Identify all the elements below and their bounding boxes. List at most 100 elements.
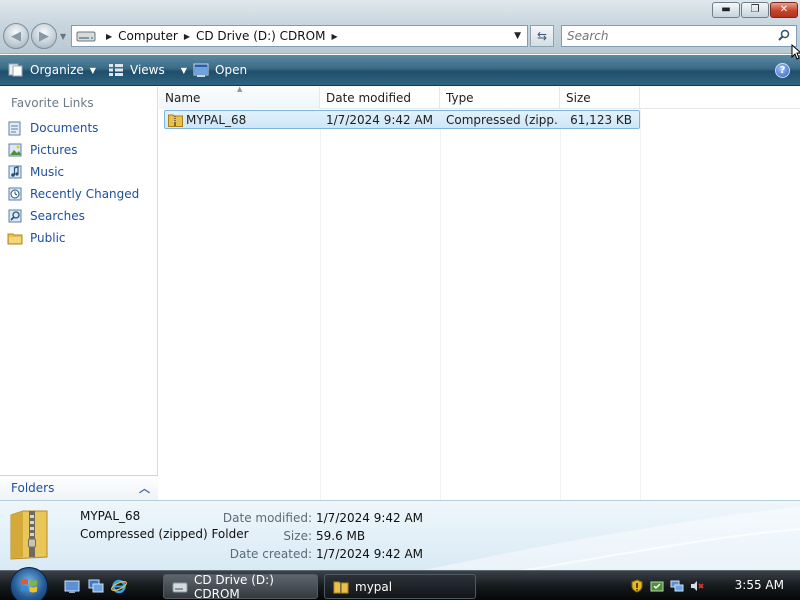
file-size: 61,123 KB: [570, 112, 632, 127]
details-labels: Date modified: Size: Date created:: [200, 509, 312, 563]
column-label: Size: [566, 91, 591, 105]
column-header-date-modified[interactable]: Date modified: [320, 87, 440, 109]
show-desktop-icon[interactable]: [64, 578, 80, 594]
help-icon: ?: [779, 65, 786, 76]
breadcrumb-separator[interactable]: ▶: [184, 32, 190, 41]
searches-icon: [7, 208, 23, 224]
file-type: Compressed (zipp...: [446, 112, 558, 127]
volume-muted-icon[interactable]: [690, 579, 704, 593]
mouse-cursor-icon: [791, 44, 800, 60]
windows-update-icon[interactable]: [650, 579, 664, 593]
internet-explorer-icon[interactable]: [111, 578, 127, 594]
column-header-name[interactable]: ▲ Name: [159, 85, 320, 109]
cd-drive-icon: [172, 580, 188, 594]
window-titlebar: ▬ ❐ ✕ ◀ ▶ ▼ ▶ Computer ▶ CD Drive (D:) C…: [0, 0, 800, 54]
column-divider: [560, 109, 561, 500]
nav-item-searches[interactable]: Searches: [0, 205, 158, 227]
recently-changed-icon: [7, 186, 23, 202]
column-label: Date modified: [326, 91, 412, 105]
search-input[interactable]: [567, 27, 767, 45]
minimize-button[interactable]: ▬: [712, 2, 740, 18]
details-file-name: MYPAL_68: [80, 509, 141, 523]
date-created-label: Date created:: [229, 547, 312, 561]
organize-button[interactable]: Organize ▼: [8, 63, 96, 77]
forward-arrow-icon: ▶: [39, 28, 49, 44]
nav-item-music[interactable]: Music: [0, 161, 158, 183]
favorite-links-list: Documents Pictures Music Recently Change…: [0, 117, 158, 249]
taskbar-clock[interactable]: 3:55 AM: [735, 578, 784, 592]
windows-logo-icon: [21, 579, 37, 593]
breadcrumb-separator[interactable]: ▶: [331, 32, 337, 41]
favorite-links-heading: Favorite Links: [11, 96, 94, 110]
taskbar-item-mypal[interactable]: mypal: [324, 574, 476, 599]
music-icon: [7, 164, 23, 180]
folder-icon: [333, 580, 349, 594]
breadcrumb-cd-drive[interactable]: CD Drive (D:) CDROM: [196, 29, 325, 43]
file-row-selected[interactable]: MYPAL_68 1/7/2024 9:42 AM Compressed (zi…: [164, 110, 640, 129]
address-history-dropdown[interactable]: ▼: [514, 31, 521, 41]
forward-button[interactable]: ▶: [31, 23, 57, 49]
nav-item-label: Music: [30, 165, 65, 179]
documents-icon: [7, 120, 23, 136]
column-label: Name: [165, 91, 201, 105]
nav-item-public[interactable]: Public: [0, 227, 158, 249]
date-created-value: 1/7/2024 9:42 AM: [316, 547, 424, 561]
nav-item-label: Public: [30, 231, 66, 245]
switch-windows-icon[interactable]: [88, 578, 104, 594]
column-header-row: ▲ Name Date modified Type Size: [159, 85, 800, 109]
column-divider: [440, 109, 441, 500]
nav-item-recently-changed[interactable]: Recently Changed: [0, 183, 158, 205]
back-arrow-icon: ◀: [11, 28, 21, 44]
search-box[interactable]: [561, 25, 797, 47]
chevron-down-icon[interactable]: ▼: [181, 66, 187, 75]
chevron-down-icon: ▼: [89, 65, 96, 75]
help-button[interactable]: ?: [775, 63, 790, 78]
breadcrumb-computer[interactable]: Computer: [118, 29, 178, 43]
nav-item-pictures[interactable]: Pictures: [0, 139, 158, 161]
breadcrumb-separator[interactable]: ▶: [106, 32, 112, 41]
close-icon: ✕: [779, 4, 789, 15]
security-alert-icon[interactable]: [630, 579, 644, 593]
taskbar: CD Drive (D:) CDROM mypal 3:55 AM: [0, 567, 800, 600]
file-name-cell: MYPAL_68: [168, 111, 318, 128]
window-controls: ▬ ❐ ✕: [711, 2, 798, 18]
address-bar[interactable]: ▶ Computer ▶ CD Drive (D:) CDROM ▶ ▼: [71, 25, 528, 47]
views-icon: [108, 63, 124, 77]
taskbar-item-cd-drive[interactable]: CD Drive (D:) CDROM: [163, 572, 318, 600]
column-label: Type: [446, 91, 474, 105]
nav-item-label: Pictures: [30, 143, 78, 157]
details-values: 1/7/2024 9:42 AM 59.6 MB 1/7/2024 9:42 A…: [316, 509, 423, 563]
search-icon[interactable]: [778, 29, 790, 41]
column-header-type[interactable]: Type: [440, 87, 560, 109]
size-label: Size:: [283, 529, 312, 543]
views-button[interactable]: Views ▼: [108, 63, 187, 77]
navigation-pane: Favorite Links Documents Pictures Music …: [0, 87, 158, 500]
folders-label: Folders: [11, 481, 55, 495]
column-divider: [320, 109, 321, 500]
size-value: 59.6 MB: [316, 529, 366, 543]
command-bar: Organize ▼ Views ▼ Open ?: [0, 55, 800, 86]
start-button[interactable]: [10, 567, 48, 600]
column-divider: [640, 109, 641, 500]
maximize-button[interactable]: ❐: [741, 2, 769, 18]
taskbar-item-label: CD Drive (D:) CDROM: [194, 572, 274, 600]
open-button[interactable]: Open: [193, 63, 247, 77]
column-header-size[interactable]: Size: [560, 87, 640, 109]
network-icon[interactable]: [670, 579, 684, 593]
refresh-button[interactable]: ⇆: [530, 25, 554, 47]
open-label: Open: [215, 63, 248, 77]
maximize-icon: ❐: [750, 4, 760, 15]
organize-icon: [8, 63, 24, 77]
date-modified-label: Date modified:: [222, 511, 312, 525]
nav-item-label: Recently Changed: [30, 187, 140, 201]
minimize-icon: ▬: [721, 4, 731, 15]
chevron-up-icon: ︿: [139, 482, 150, 495]
nav-item-label: Searches: [30, 209, 85, 223]
recent-pages-dropdown[interactable]: ▼: [60, 32, 66, 41]
folders-toggle[interactable]: Folders ︿: [0, 475, 158, 500]
nav-item-documents[interactable]: Documents: [0, 117, 158, 139]
back-button[interactable]: ◀: [3, 23, 29, 49]
pictures-icon: [7, 142, 23, 158]
close-button[interactable]: ✕: [770, 2, 798, 18]
refresh-icon: ⇆: [536, 29, 548, 43]
